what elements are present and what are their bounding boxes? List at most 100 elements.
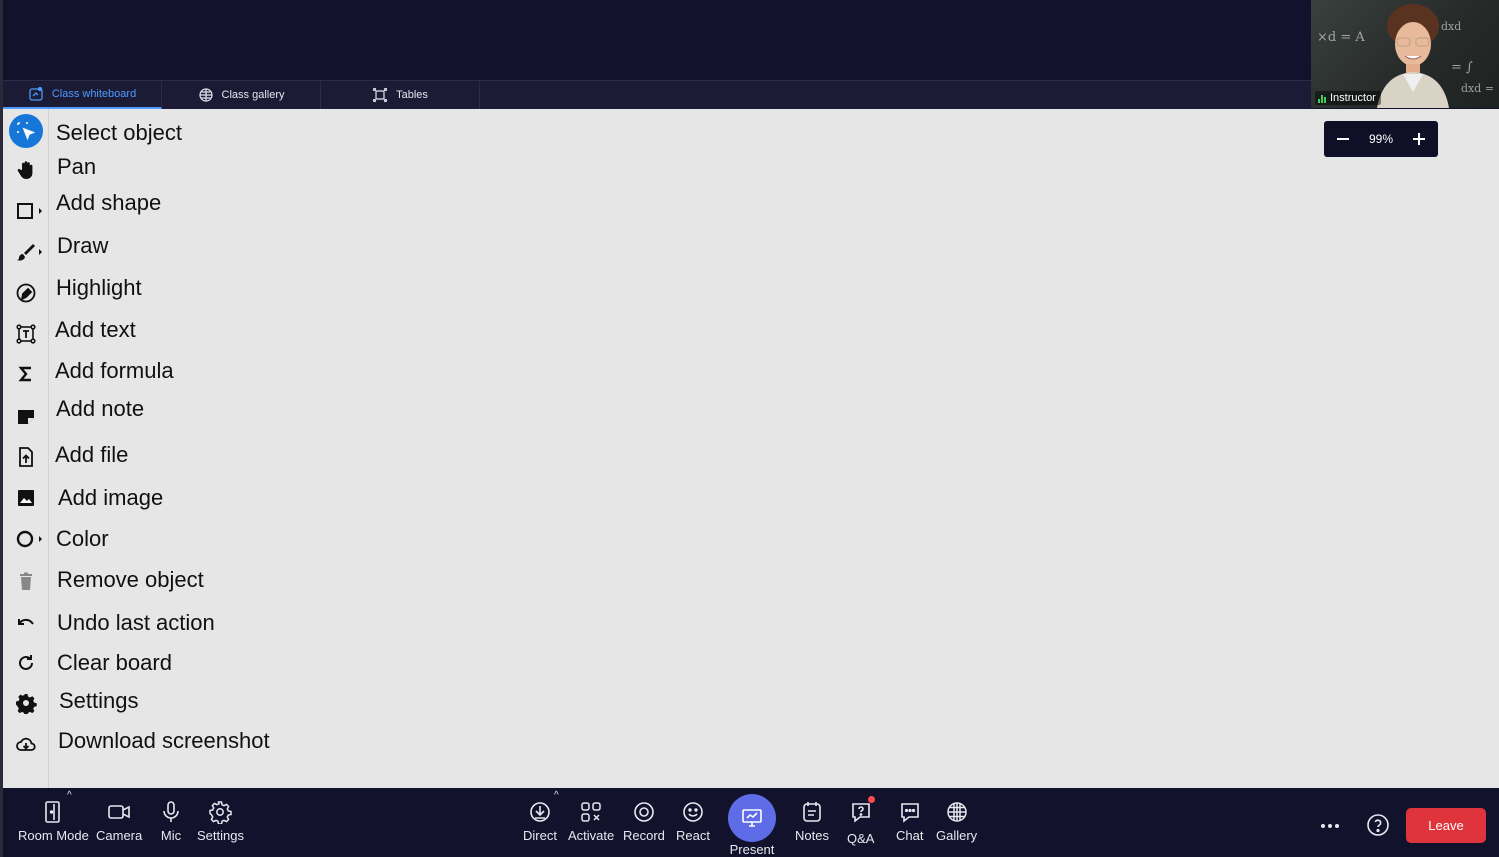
room-mode-button[interactable]: Room Mode xyxy=(18,800,89,843)
microphone-icon xyxy=(163,801,179,822)
globe-grid-icon xyxy=(198,88,213,102)
tool-label-color: Color xyxy=(56,526,109,551)
globe-grid-icon xyxy=(946,802,967,822)
record-icon xyxy=(634,802,654,822)
tab-bar: Class whiteboard Class gallery Tables xyxy=(3,80,1311,109)
sigma-icon xyxy=(18,366,31,382)
tab-class-gallery[interactable]: Class gallery xyxy=(162,81,321,109)
tool-draw[interactable] xyxy=(9,235,43,269)
undo-icon xyxy=(18,618,34,625)
present-button[interactable]: Present xyxy=(728,794,776,857)
tool-select-object[interactable] xyxy=(9,114,43,148)
tool-add-shape[interactable] xyxy=(9,194,43,228)
chat-bubble-icon xyxy=(900,803,919,823)
tool-highlight[interactable] xyxy=(9,276,43,310)
video-name-label: Instructor xyxy=(1315,91,1381,105)
react-label: React xyxy=(676,828,710,843)
instructor-video[interactable]: ×d = A dxd = ∫ dxd = Instructor xyxy=(1311,0,1499,108)
tab-class-whiteboard[interactable]: Class whiteboard xyxy=(3,81,162,109)
tool-remove-object[interactable] xyxy=(9,564,43,598)
bottom-control-bar: Room Mode ^ Camera Mic Settings Direct ^… xyxy=(3,788,1499,857)
tab-label: Class whiteboard xyxy=(51,88,137,100)
brush-icon xyxy=(17,244,35,261)
tab-label: Class gallery xyxy=(221,89,285,101)
qa-label: Q&A xyxy=(847,831,875,846)
mic-label: Mic xyxy=(160,828,182,843)
react-button[interactable]: React xyxy=(676,800,710,843)
submenu-caret-icon xyxy=(39,208,42,214)
tool-settings[interactable] xyxy=(9,686,43,720)
tables-icon xyxy=(372,87,388,103)
smiley-icon xyxy=(683,802,703,822)
submenu-caret-icon xyxy=(39,536,42,542)
plus-icon xyxy=(1413,133,1425,145)
notification-dot xyxy=(867,796,875,803)
whiteboard-toolbar xyxy=(3,109,49,788)
tab-label: Tables xyxy=(396,89,428,101)
tool-add-file[interactable] xyxy=(9,440,43,474)
more-options-button[interactable] xyxy=(1318,814,1342,838)
present-highlight xyxy=(728,794,776,842)
gear-icon xyxy=(16,694,37,714)
audio-level-icon xyxy=(1318,94,1326,103)
leave-button[interactable]: Leave xyxy=(1406,808,1486,843)
zoom-level: 99% xyxy=(1368,132,1394,146)
chat-label: Chat xyxy=(896,828,924,843)
tool-label-remove-object: Remove object xyxy=(57,567,204,592)
zoom-out-button[interactable] xyxy=(1332,128,1354,150)
tool-add-note[interactable] xyxy=(9,399,43,433)
settings-label: Settings xyxy=(197,828,244,843)
record-button[interactable]: Record xyxy=(623,800,665,843)
submenu-caret-icon xyxy=(39,249,42,255)
question-bubble-icon xyxy=(851,803,870,823)
direct-button[interactable]: Direct xyxy=(523,800,557,843)
mic-button[interactable]: Mic xyxy=(159,800,183,843)
qa-button[interactable]: Q&A xyxy=(847,796,875,846)
tool-label-draw: Draw xyxy=(57,233,109,258)
camera-label: Camera xyxy=(96,828,143,843)
tool-label-clear-board: Clear board xyxy=(57,650,172,675)
tool-add-text[interactable] xyxy=(9,317,43,351)
tool-color[interactable] xyxy=(9,522,43,556)
top-stage xyxy=(3,0,1311,80)
direct-caret-icon[interactable]: ^ xyxy=(554,790,559,801)
gear-icon xyxy=(209,801,233,824)
gallery-button[interactable]: Gallery xyxy=(936,800,977,843)
file-upload-icon xyxy=(19,447,33,467)
tool-add-formula[interactable] xyxy=(9,357,43,391)
minus-icon xyxy=(1337,138,1349,140)
camera-icon xyxy=(108,805,130,819)
gallery-label: Gallery xyxy=(936,828,978,843)
participant-name: Instructor xyxy=(1330,92,1376,104)
tool-label-pan: Pan xyxy=(57,154,97,179)
help-circle-icon xyxy=(1367,814,1389,836)
tool-label-add-image: Add image xyxy=(58,485,164,510)
direct-label: Direct xyxy=(523,828,557,843)
tool-undo[interactable] xyxy=(9,605,43,639)
qa-icon-wrap xyxy=(849,796,875,831)
color-circle-icon xyxy=(16,530,34,548)
present-label: Present xyxy=(729,842,775,857)
whiteboard-canvas[interactable] xyxy=(49,109,1499,788)
highlighter-icon xyxy=(16,283,36,303)
record-label: Record xyxy=(623,828,665,843)
cloud-download-icon xyxy=(16,737,36,751)
activate-button[interactable]: Activate xyxy=(568,800,614,843)
help-button[interactable] xyxy=(1366,813,1390,837)
camera-button[interactable]: Camera xyxy=(96,800,142,843)
tool-clear-board[interactable] xyxy=(9,646,43,680)
zoom-in-button[interactable] xyxy=(1408,128,1430,150)
settings-button[interactable]: Settings xyxy=(197,800,244,843)
tool-add-image[interactable] xyxy=(9,481,43,515)
tab-tables[interactable]: Tables xyxy=(321,81,480,109)
notes-icon xyxy=(803,802,821,822)
tool-download-screenshot[interactable] xyxy=(9,727,43,761)
zoom-control: 99% xyxy=(1324,121,1438,157)
square-icon xyxy=(17,203,33,219)
chat-button[interactable]: Chat xyxy=(896,800,923,843)
tool-label-undo: Undo last action xyxy=(57,610,215,635)
room-mode-caret-icon[interactable]: ^ xyxy=(67,790,72,801)
tool-pan[interactable] xyxy=(9,153,43,187)
chalk-scribble: ×d = A xyxy=(1317,30,1365,45)
notes-button[interactable]: Notes xyxy=(795,800,829,843)
